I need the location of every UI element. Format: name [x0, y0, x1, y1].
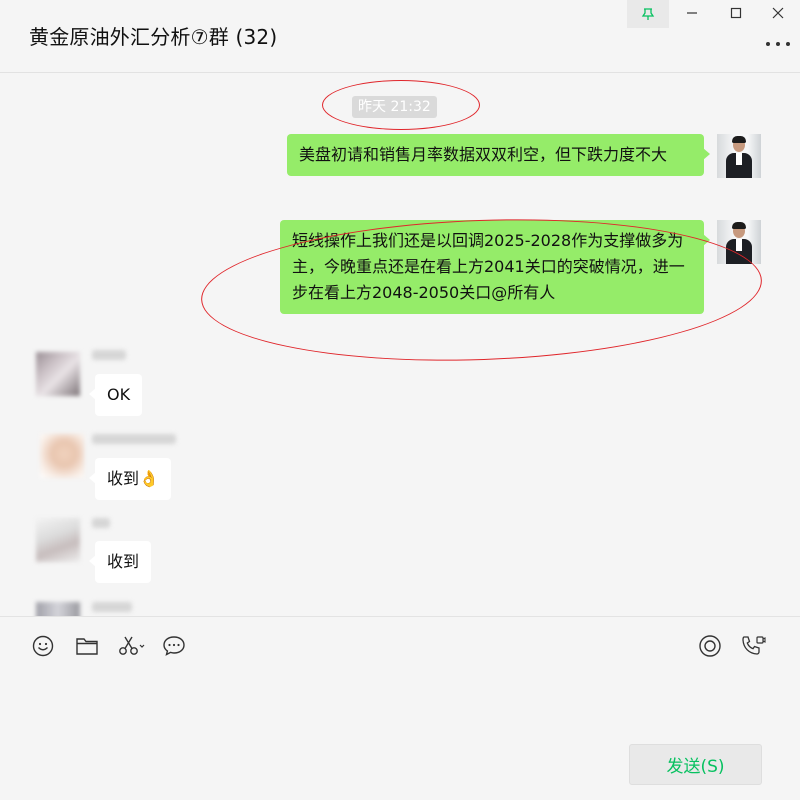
- sender-name: [92, 518, 110, 528]
- maximize-button[interactable]: [714, 0, 758, 26]
- avatar[interactable]: [36, 518, 80, 562]
- avatar[interactable]: [36, 602, 80, 616]
- more-dot-icon: [786, 42, 790, 46]
- message-text: 收到: [107, 552, 140, 571]
- chat-history-button[interactable]: [161, 633, 187, 659]
- ok-hand-emoji-icon: 👌: [139, 469, 159, 488]
- screenshot-button[interactable]: [116, 633, 148, 659]
- message-bubble-received[interactable]: 收到: [88, 541, 152, 583]
- live-icon: [699, 635, 721, 657]
- call-icon: [742, 636, 766, 655]
- emoji-icon: [32, 635, 54, 657]
- close-icon: [772, 7, 784, 19]
- chat-message-area[interactable]: 昨天 21:32 美盘初请和销售月率数据双双利空，但下跌力度不大 短线操作上我们…: [0, 74, 800, 616]
- sender-name: [92, 602, 132, 612]
- avatar[interactable]: [717, 134, 761, 178]
- message-text: 美盘初请和销售月率数据双双利空，但下跌力度不大: [299, 145, 668, 164]
- sender-name: [92, 434, 176, 444]
- avatar[interactable]: [36, 352, 80, 396]
- sender-name: [92, 350, 126, 360]
- chat-title: 黄金原油外汇分析⑦群 (32): [29, 25, 278, 49]
- input-toolbar: 发送(S): [0, 616, 800, 800]
- message-bubble-received[interactable]: OK: [88, 374, 143, 416]
- minimize-button[interactable]: [670, 0, 714, 26]
- scissors-icon: [119, 636, 145, 655]
- message-text: 短线操作上我们还是以回调2025-2028作为支撑做多为主，今晚重点还是在看上方…: [292, 231, 685, 302]
- message-bubble-sent[interactable]: 短线操作上我们还是以回调2025-2028作为支撑做多为主，今晚重点还是在看上方…: [280, 220, 710, 314]
- close-button[interactable]: [756, 0, 800, 26]
- send-button[interactable]: 发送(S): [629, 744, 762, 785]
- avatar[interactable]: [717, 220, 761, 264]
- voice-video-call-button[interactable]: [740, 633, 766, 659]
- pin-window-button[interactable]: [627, 0, 669, 28]
- more-options-button[interactable]: [766, 38, 790, 50]
- maximize-icon: [730, 7, 742, 19]
- message-text: 收到: [107, 469, 140, 488]
- message-input[interactable]: [20, 667, 780, 737]
- emoji-button[interactable]: [30, 633, 56, 659]
- message-bubble-received[interactable]: 收到👌: [89, 458, 171, 500]
- more-dot-icon: [776, 42, 780, 46]
- minimize-icon: [687, 12, 697, 14]
- title-bar: 黄金原油外汇分析⑦群 (32): [0, 0, 800, 73]
- avatar[interactable]: [40, 434, 84, 478]
- chat-history-icon: [163, 636, 185, 656]
- send-file-button[interactable]: [74, 633, 100, 659]
- live-button[interactable]: [697, 633, 723, 659]
- message-bubble-sent[interactable]: 美盘初请和销售月率数据双双利空，但下跌力度不大: [287, 134, 710, 176]
- pin-icon: [641, 8, 655, 20]
- folder-icon: [76, 638, 98, 655]
- message-text: OK: [107, 385, 131, 404]
- message-timestamp: 昨天 21:32: [352, 96, 437, 118]
- more-dot-icon: [766, 42, 770, 46]
